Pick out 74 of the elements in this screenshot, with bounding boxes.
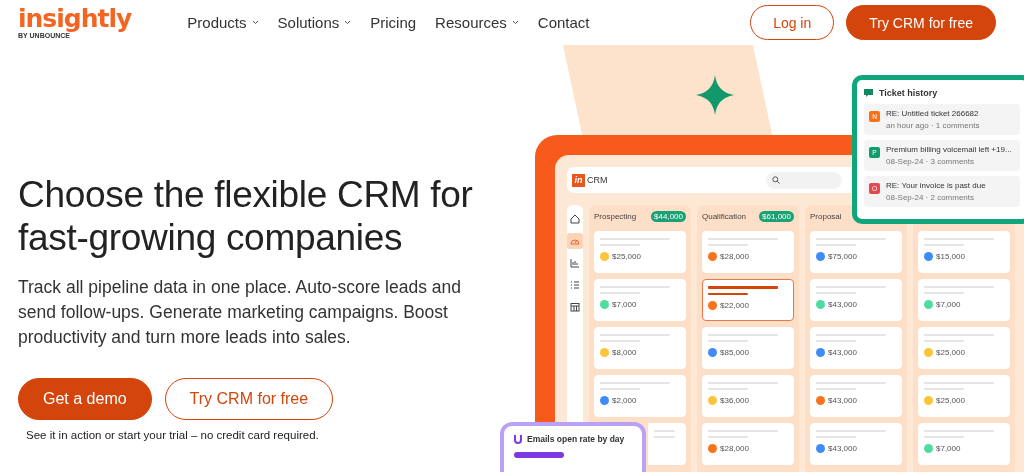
- deal-card[interactable]: $7,000: [918, 423, 1010, 465]
- deal-card[interactable]: $43,000: [810, 423, 902, 465]
- nav-link[interactable]: Products: [187, 14, 259, 31]
- ticket-meta: an hour ago · 1 comments: [886, 121, 980, 130]
- chevron-down-icon: [344, 20, 352, 25]
- deal-card[interactable]: $43,000: [810, 375, 902, 417]
- deal-card[interactable]: $8,000: [594, 327, 686, 369]
- search-icon: [771, 176, 780, 184]
- sparkle-icon: [696, 75, 734, 115]
- deal-card[interactable]: $85,000: [702, 327, 794, 369]
- total-badge: $61,000: [759, 210, 794, 222]
- deal-amount: $28,000: [720, 444, 749, 453]
- column-title: Proposal: [810, 211, 842, 221]
- deal-amount: $7,000: [936, 444, 961, 453]
- deal-amount: $85,000: [720, 348, 749, 357]
- deal-card[interactable]: $7,000: [594, 279, 686, 321]
- deal-card[interactable]: $28,000: [702, 423, 794, 465]
- column-title: Prospecting: [594, 211, 637, 221]
- deal-card[interactable]: $25,000: [918, 375, 1010, 417]
- demo-button[interactable]: Get a demo: [18, 378, 152, 420]
- deal-amount: $25,000: [612, 252, 641, 261]
- deal-card[interactable]: $36,000: [702, 375, 794, 417]
- ticket-title: Premium billing voicemail left +19...: [886, 145, 1012, 154]
- deal-card[interactable]: $43,000: [810, 279, 902, 321]
- deal-amount: $8,000: [612, 348, 637, 357]
- ticket-title: RE: Untitled ticket 266682: [886, 109, 980, 118]
- nav-link[interactable]: Resources: [435, 14, 519, 31]
- chevron-down-icon: [511, 20, 519, 25]
- deal-amount: $75,000: [828, 252, 857, 261]
- deal-amount: $22,000: [720, 301, 749, 310]
- deal-amount: $25,000: [936, 396, 965, 405]
- deal-amount: $7,000: [936, 300, 961, 309]
- deal-amount: $43,000: [828, 396, 857, 405]
- deal-amount: $28,000: [720, 252, 749, 261]
- search-field[interactable]: [765, 171, 842, 189]
- deal-amount: $25,000: [936, 348, 965, 357]
- try-free-button[interactable]: Try CRM for free: [846, 5, 996, 40]
- total-badge: $44,000: [651, 210, 686, 222]
- deal-card[interactable]: $28,000: [702, 231, 794, 273]
- column-title: Qualification: [702, 211, 747, 221]
- try-free-button[interactable]: Try CRM for free: [164, 378, 334, 420]
- deal-amount: $36,000: [720, 396, 749, 405]
- ticket-meta: 08-Sep-24 · 3 comments: [886, 157, 976, 166]
- deal-amount: $7,000: [612, 300, 637, 309]
- deal-amount: $43,000: [828, 444, 857, 453]
- deal-card[interactable]: $25,000: [594, 231, 686, 273]
- deal-amount: $43,000: [828, 348, 857, 357]
- card-title: Emails open rate by day: [527, 434, 625, 444]
- ticket-title: RE: Your invoice is past due: [886, 181, 986, 190]
- deal-amount: $15,000: [936, 252, 965, 261]
- deal-card[interactable]: $43,000: [810, 327, 902, 369]
- deal-card[interactable]: $7,000: [918, 279, 1010, 321]
- hero-headline: Choose the flexible CRM for fast-growing companies: [18, 173, 474, 259]
- login-button[interactable]: Log in: [750, 5, 835, 40]
- card-title: Ticket history: [879, 88, 938, 98]
- deal-card[interactable]: $15,000: [918, 231, 1010, 273]
- chevron-down-icon: [251, 20, 259, 25]
- cta-note: See it in action or start your trial – no credit card required.: [26, 429, 320, 441]
- deal-amount: $43,000: [828, 300, 857, 309]
- ticket-meta: 08-Sep-24 · 2 comments: [886, 193, 976, 202]
- deal-amount: $2,000: [612, 396, 637, 405]
- nav-link[interactable]: Pricing: [370, 14, 417, 31]
- app-name: CRM: [587, 175, 608, 185]
- deal-card[interactable]: $25,000: [918, 327, 1010, 369]
- deal-card[interactable]: $2,000: [594, 375, 686, 417]
- chat-icon: [864, 88, 873, 98]
- app-logo: in: [572, 173, 585, 187]
- hero-description: Track all pipeline data in one place. Auto-score leads and send follow-ups. Generate marketing campaigns. Boost productivity and turn more leads into sales.: [18, 276, 462, 349]
- nav-link[interactable]: Solutions: [277, 14, 352, 31]
- deal-card[interactable]: $22,000: [702, 279, 794, 321]
- bar-chart-drawing: [514, 452, 564, 458]
- deal-card[interactable]: $75,000: [810, 231, 902, 273]
- magnet-icon: [514, 434, 522, 444]
- nav-link[interactable]: Contact: [537, 14, 590, 31]
